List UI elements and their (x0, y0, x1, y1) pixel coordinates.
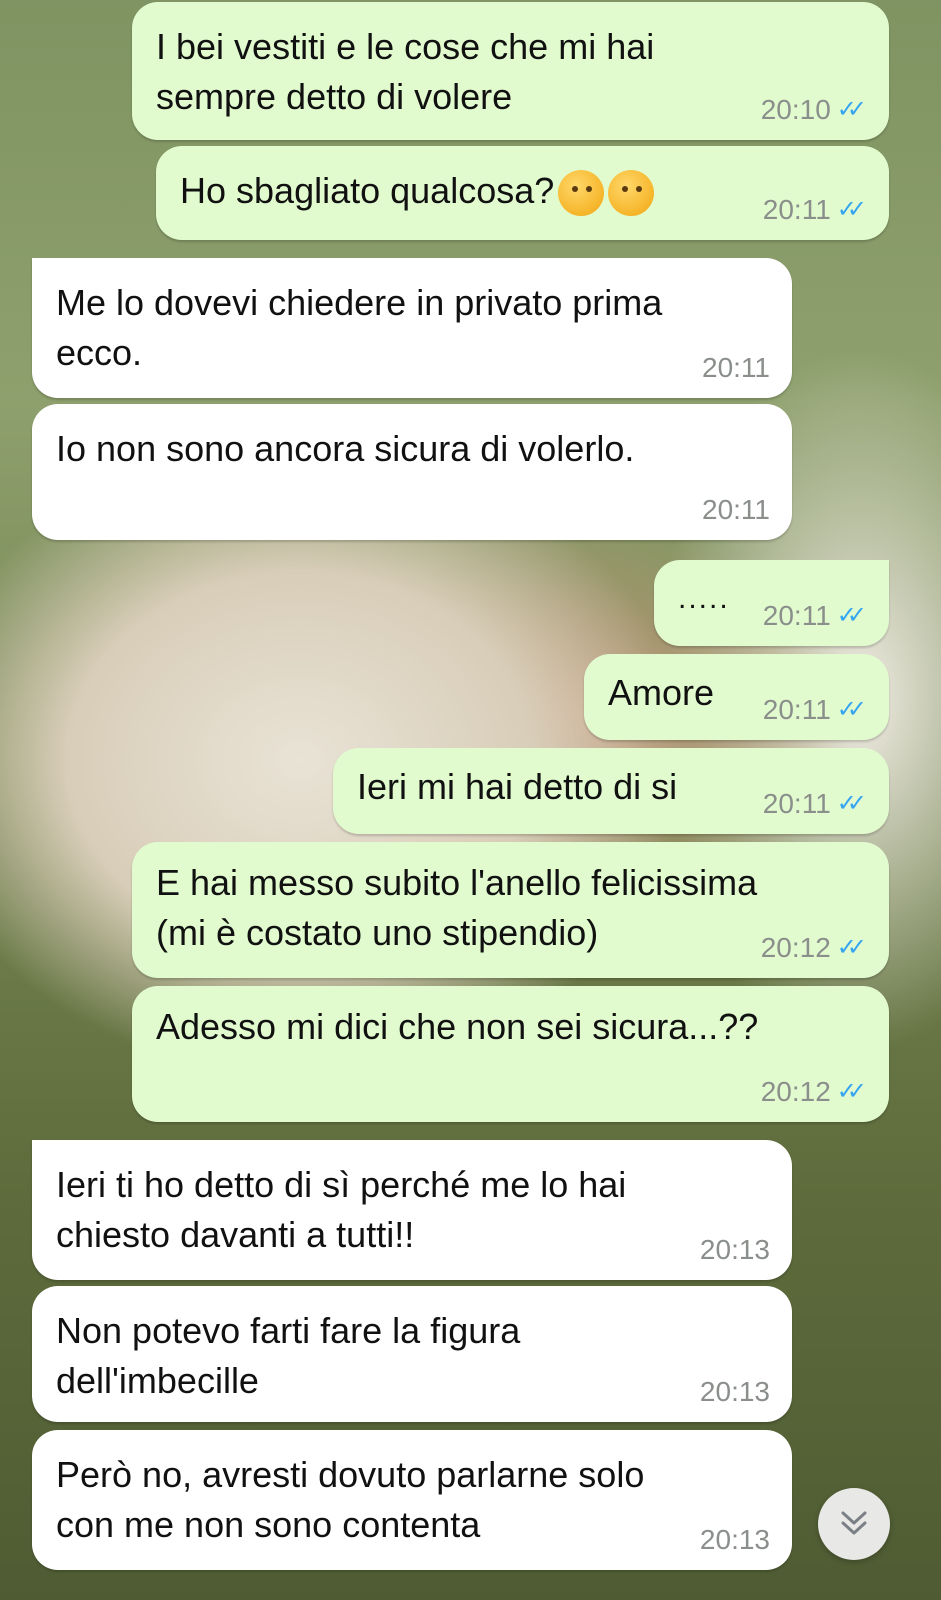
message-text: Però no, avresti dovuto parlarne solo co… (56, 1450, 644, 1550)
message-time: 20:11 (702, 494, 770, 525)
message-bubble-incoming[interactable]: Non potevo farti fare la figura dell'imb… (32, 1286, 792, 1422)
message-line: Adesso mi dici che non sei sicura...?? (156, 1006, 759, 1047)
message-line: con me non sono contenta (56, 1504, 481, 1545)
message-text: ..... (678, 574, 730, 624)
message-line: E hai messo subito l'anello felicissima (156, 862, 758, 903)
message-bubble-incoming[interactable]: Però no, avresti dovuto parlarne solo co… (32, 1430, 792, 1570)
message-time: 20:11 (762, 694, 831, 725)
message-text: Ieri ti ho detto di sì perché me lo hai … (56, 1160, 626, 1260)
message-text: Me lo dovevi chiedere in privato prima e… (56, 278, 662, 378)
message-line: ..... (678, 582, 730, 615)
message-text: Io non sono ancora sicura di volerlo. (56, 424, 634, 474)
message-line: Ieri ti ho detto di sì perché me lo hai (56, 1164, 627, 1205)
read-ticks-icon: ✓✓ (836, 934, 867, 961)
message-text: Adesso mi dici che non sei sicura...?? (156, 1002, 758, 1052)
message-time: 20:12 (760, 932, 831, 963)
message-time: 20:10 (760, 94, 831, 125)
message-meta: 20:11 ✓✓ (763, 194, 867, 226)
message-line: ecco. (56, 332, 143, 373)
thinking-face-emoji-icon (558, 170, 605, 217)
message-text: E hai messo subito l'anello felicissima … (156, 858, 757, 958)
message-meta: 20:11 (702, 352, 770, 384)
read-ticks-icon: ✓✓ (836, 602, 867, 629)
message-text: I bei vestiti e le cose che mi hai sempr… (156, 22, 654, 122)
message-time: 20:11 (702, 352, 770, 383)
message-meta: 20:13 (700, 1376, 770, 1408)
message-bubble-incoming[interactable]: Ieri ti ho detto di sì perché me lo hai … (32, 1140, 792, 1280)
message-bubble-outgoing[interactable]: E hai messo subito l'anello felicissima … (132, 842, 889, 978)
message-text: Ho sbagliato qualcosa? (180, 166, 655, 217)
thinking-face-emoji-icon (608, 170, 655, 217)
message-meta: 20:11 (702, 494, 770, 526)
message-bubble-incoming[interactable]: Me lo dovevi chiedere in privato prima e… (32, 258, 792, 398)
message-meta: 20:13 (700, 1524, 770, 1556)
message-line: I bei vestiti e le cose che mi hai (156, 26, 655, 67)
message-line: Però no, avresti dovuto parlarne solo (56, 1454, 645, 1495)
read-ticks-icon: ✓✓ (836, 1078, 867, 1105)
message-line: chiesto davanti a tutti!! (56, 1214, 415, 1255)
scroll-to-bottom-button[interactable] (818, 1488, 890, 1560)
message-time: 20:13 (699, 1376, 770, 1407)
message-meta: 20:11 ✓✓ (763, 694, 867, 726)
message-line: Io non sono ancora sicura di volerlo. (56, 428, 635, 469)
message-line: sempre detto di volere (156, 76, 513, 117)
message-line: dell'imbecille (56, 1360, 259, 1401)
message-line: Me lo dovevi chiedere in privato prima (56, 282, 663, 323)
message-line: Ho sbagliato qualcosa? (180, 170, 555, 211)
message-bubble-outgoing[interactable]: Adesso mi dici che non sei sicura...?? 2… (132, 986, 889, 1122)
message-meta: 20:11 ✓✓ (763, 788, 867, 820)
chat-area[interactable]: I bei vestiti e le cose che mi hai sempr… (0, 0, 941, 1600)
message-bubble-outgoing[interactable]: Ho sbagliato qualcosa? 20:11 ✓✓ (156, 146, 889, 240)
message-text: Amore (608, 668, 714, 718)
read-ticks-icon: ✓✓ (836, 96, 867, 123)
message-line: Ieri mi hai detto di si (357, 766, 678, 807)
message-time: 20:11 (762, 194, 831, 225)
read-ticks-icon: ✓✓ (836, 696, 867, 723)
message-bubble-incoming[interactable]: Io non sono ancora sicura di volerlo. 20… (32, 404, 792, 540)
message-line: Non potevo farti fare la figura (56, 1310, 521, 1351)
message-bubble-outgoing[interactable]: Amore 20:11 ✓✓ (584, 654, 889, 740)
message-meta: 20:10 ✓✓ (761, 94, 867, 126)
double-chevron-down-icon (841, 1511, 867, 1535)
message-time: 20:13 (699, 1234, 770, 1265)
message-time: 20:11 (762, 788, 831, 819)
message-meta: 20:12 ✓✓ (761, 1076, 867, 1108)
message-meta: 20:13 (700, 1234, 770, 1266)
message-bubble-outgoing[interactable]: I bei vestiti e le cose che mi hai sempr… (132, 2, 889, 140)
message-line: (mi è costato uno stipendio) (156, 912, 599, 953)
message-bubble-outgoing[interactable]: ..... 20:11 ✓✓ (654, 560, 889, 646)
message-time: 20:12 (760, 1076, 831, 1107)
message-text: Ieri mi hai detto di si (357, 762, 677, 812)
read-ticks-icon: ✓✓ (836, 196, 867, 223)
message-text: Non potevo farti fare la figura dell'imb… (56, 1306, 520, 1406)
message-time: 20:11 (762, 600, 831, 631)
message-time: 20:13 (699, 1524, 770, 1555)
read-ticks-icon: ✓✓ (836, 790, 867, 817)
message-meta: 20:12 ✓✓ (761, 932, 867, 964)
message-line: Amore (608, 672, 715, 713)
message-meta: 20:11 ✓✓ (763, 600, 867, 632)
message-bubble-outgoing[interactable]: Ieri mi hai detto di si 20:11 ✓✓ (333, 748, 889, 834)
